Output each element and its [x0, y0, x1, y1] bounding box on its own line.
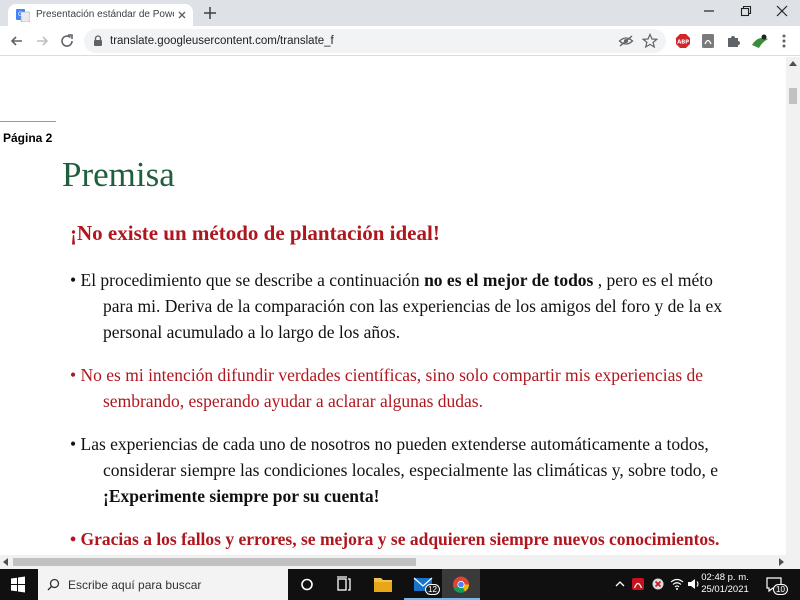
- restore-icon[interactable]: [739, 4, 753, 18]
- paragraph-3: • Las experiencias de cada uno de nosotr…: [70, 431, 718, 509]
- close-tab-icon[interactable]: [176, 9, 188, 21]
- vertical-scroll-thumb[interactable]: [789, 88, 797, 104]
- new-tab-icon[interactable]: [203, 6, 217, 20]
- paragraph-1-line-1: • El procedimiento que se describe a con…: [70, 270, 713, 290]
- address-bar[interactable]: translate.googleusercontent.com/translat…: [84, 29, 666, 53]
- security-tray-icon[interactable]: [651, 577, 665, 591]
- wifi-icon[interactable]: [670, 577, 684, 591]
- horizontal-scrollbar[interactable]: [0, 555, 800, 569]
- task-view-icon[interactable]: [325, 569, 363, 600]
- windows-taskbar: Escribe aquí para buscar 12 02:48 p. m. …: [0, 569, 800, 600]
- mail-count-badge: 12: [425, 584, 440, 595]
- adblock-icon[interactable]: ABP: [675, 33, 691, 49]
- eye-off-icon[interactable]: [618, 33, 634, 49]
- search-placeholder: Escribe aquí para buscar: [68, 578, 202, 592]
- vertical-scrollbar[interactable]: [786, 57, 800, 555]
- browser-toolbar: translate.googleusercontent.com/translat…: [0, 26, 800, 56]
- chrome-icon: [453, 576, 470, 593]
- file-explorer-icon[interactable]: [364, 569, 402, 600]
- tab-title: Presentación estándar de PowerP: [36, 9, 174, 20]
- taskbar-chrome-app[interactable]: [442, 569, 480, 600]
- taskbar-mail-app[interactable]: 12: [404, 569, 442, 600]
- clock-date: 25/01/2021: [701, 584, 749, 595]
- paragraph-4-line-1: • Gracias a los fallos y errores, se mej…: [70, 529, 720, 549]
- paragraph-2-line-2: sembrando, esperando ayudar a aclarar al…: [103, 391, 483, 411]
- paragraph-3-line-1: • Las experiencias de cada uno de nosotr…: [70, 434, 709, 454]
- paragraph-2: • No es mi intención difundir verdades c…: [70, 362, 703, 414]
- pdf-extension-icon[interactable]: [700, 33, 716, 49]
- search-icon: [47, 578, 60, 591]
- close-window-icon[interactable]: [775, 4, 789, 18]
- paragraph-1-line-2: para mi. Deriva de la comparación con la…: [103, 296, 723, 316]
- page-viewport: Página 2 Premisa ¡No existe un método de…: [0, 57, 786, 555]
- chevron-up-icon[interactable]: [613, 577, 627, 591]
- forward-icon[interactable]: [34, 33, 50, 49]
- google-translate-icon: G: [16, 9, 30, 22]
- horizontal-scroll-thumb[interactable]: [13, 558, 416, 566]
- scroll-left-arrow-icon[interactable]: [3, 558, 8, 566]
- extensions-puzzle-icon[interactable]: [725, 33, 741, 49]
- slide-subtitle: ¡No existe un método de plantación ideal…: [70, 221, 440, 245]
- minimize-icon[interactable]: [702, 4, 716, 18]
- lock-icon[interactable]: [92, 35, 104, 47]
- paragraph-2-line-1: • No es mi intención difundir verdades c…: [70, 365, 704, 385]
- scroll-right-arrow-icon[interactable]: [779, 558, 784, 566]
- paragraph-4: • Gracias a los fallos y errores, se mej…: [70, 526, 719, 552]
- paragraph-3-line-2: considerar siempre las condiciones local…: [103, 460, 719, 480]
- bookmark-star-icon[interactable]: [642, 33, 658, 49]
- paragraph-1-line-3: personal acumulado a lo largo de los año…: [103, 322, 401, 342]
- browser-tab[interactable]: G Presentación estándar de PowerP: [8, 4, 193, 26]
- cortana-icon[interactable]: [288, 569, 326, 600]
- windows-start-icon[interactable]: [0, 569, 36, 600]
- acrobat-tray-icon[interactable]: [631, 577, 645, 591]
- reload-icon[interactable]: [59, 33, 75, 49]
- page-divider: [0, 121, 56, 122]
- paragraph-3-line-3: ¡Experimente siempre por su cuenta!: [103, 486, 380, 506]
- menu-kebab-icon[interactable]: [776, 33, 792, 49]
- svg-text:ABP: ABP: [677, 39, 689, 45]
- emphasis-text: no es el mejor de todos: [424, 270, 594, 290]
- taskbar-search-box[interactable]: Escribe aquí para buscar: [38, 569, 288, 600]
- volume-icon[interactable]: [687, 577, 701, 591]
- paragraph-1: • El procedimiento que se describe a con…: [70, 267, 722, 345]
- clock-time: 02:48 p. m.: [701, 572, 749, 583]
- tab-strip: G Presentación estándar de PowerP: [0, 0, 800, 26]
- action-center-button[interactable]: 10: [764, 575, 788, 595]
- slide-title: Premisa: [62, 155, 175, 194]
- notification-count-badge: 10: [773, 584, 788, 595]
- url-text[interactable]: translate.googleusercontent.com/translat…: [110, 35, 334, 48]
- scroll-up-arrow-icon[interactable]: [789, 61, 797, 66]
- system-clock[interactable]: 02:48 p. m. 25/01/2021: [700, 572, 750, 596]
- back-icon[interactable]: [9, 33, 25, 49]
- svg-text:G: G: [18, 11, 23, 18]
- page-number-label: Página 2: [3, 131, 53, 145]
- profile-avatar-icon[interactable]: [750, 33, 770, 49]
